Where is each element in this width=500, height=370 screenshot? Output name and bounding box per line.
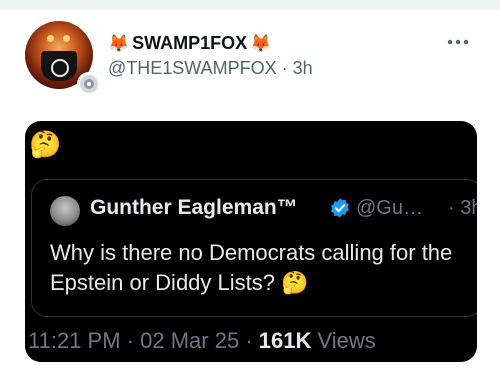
meta-separator: · — [245, 328, 253, 353]
author-display-name[interactable]: 🦊 SWAMP1FOX 🦊 — [108, 33, 271, 54]
meta-separator: · — [126, 328, 134, 353]
meta-time[interactable]: 11:21 PM — [28, 328, 121, 353]
quoted-author-avatar[interactable] — [50, 196, 80, 226]
author-handle-line: @THE1SWAMPFOX · 3h — [108, 58, 313, 79]
author-name: SWAMP1FOX — [132, 33, 248, 53]
views-label: Views — [317, 328, 376, 353]
thinking-emoji: 🤔 — [281, 270, 309, 295]
quoted-author-name[interactable]: Gunther Eagleman™ — [90, 196, 298, 220]
more-horizontal-icon[interactable] — [446, 30, 470, 51]
author-handle[interactable]: @THE1SWAMPFOX — [108, 58, 277, 78]
tweet-meta: 11:21 PM · 02 Mar 25 · 161K Views — [28, 328, 376, 354]
affiliate-badge-icon — [77, 72, 101, 96]
fox-emoji-left: 🦊 — [108, 33, 130, 53]
quoted-time[interactable]: 3h — [460, 197, 477, 219]
tweet-card: 🤔 Gunther Eagleman™ @Gu… · 3h Why is the… — [25, 121, 477, 362]
tweet-text-emoji: 🤔 — [29, 129, 62, 159]
views-count: 161K — [258, 328, 312, 353]
quoted-text-body: Why is there no Democrats calling for th… — [50, 240, 453, 295]
fox-emoji-right: 🦊 — [250, 33, 272, 53]
verified-badge-icon — [329, 197, 351, 219]
handle-separator: · — [281, 58, 288, 78]
post-time[interactable]: 3h — [293, 58, 313, 78]
quoted-tweet-text: Why is there no Democrats calling for th… — [50, 238, 460, 298]
quoted-time-line: · 3h — [448, 197, 477, 220]
top-divider — [0, 0, 500, 10]
meta-date[interactable]: 02 Mar 25 — [140, 328, 239, 353]
quoted-tweet[interactable]: Gunther Eagleman™ @Gu… · 3h Why is there… — [31, 179, 477, 317]
quoted-author-handle[interactable]: @Gu… — [356, 197, 423, 220]
quoted-separator: · — [448, 197, 455, 219]
